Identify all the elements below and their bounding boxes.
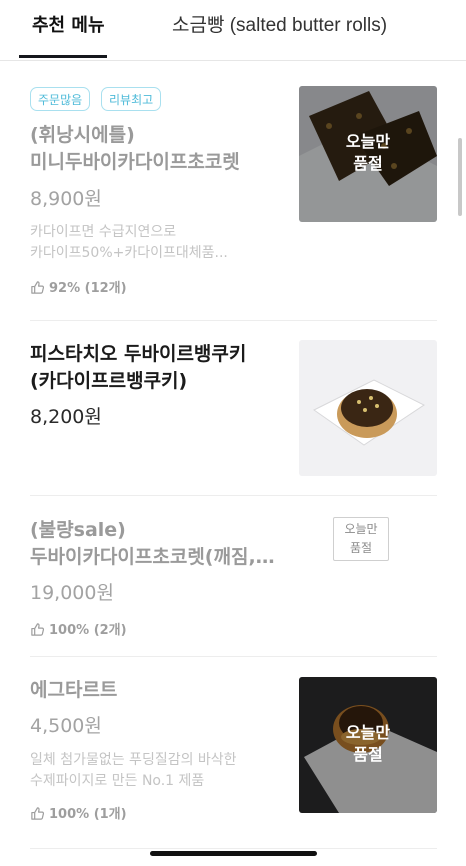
item-name-line: 미니두바이카다이프초코렛	[30, 151, 240, 173]
item-name-line: (카다이프르뱅쿠키)	[30, 370, 188, 392]
badge-best-review: 리뷰최고	[101, 87, 162, 111]
scrollbar[interactable]	[458, 138, 462, 216]
item-rating: 92% (12개)	[30, 280, 127, 298]
item-description: 일체 첨가물없는 푸딩질감의 바삭한 수제파이지로 만든 No.1 제품	[30, 750, 292, 792]
item-price: 8,200원	[30, 406, 102, 428]
item-description-line: 수제파이지로 만든 No.1 제품	[30, 773, 205, 789]
item-name: (불량sale) 두바이카다이프초코렛(깨짐,…	[30, 517, 292, 571]
soldout-line: 품절	[349, 541, 373, 555]
item-photo: 오늘만 품절	[299, 86, 437, 222]
item-price: 19,000원	[30, 582, 114, 604]
thumbs-up-icon	[31, 807, 45, 820]
item-name: 피스타치오 두바이르뱅쿠키 (카다이프르뱅쿠키)	[30, 341, 292, 395]
item-name: (휘낭시에틀) 미니두바이카다이프초코렛	[30, 122, 292, 176]
soldout-line: 품절	[353, 154, 383, 173]
soldout-line: 오늘만	[345, 723, 391, 742]
item-rating: 100% (1개)	[30, 806, 127, 824]
soldout-label: 오늘만 품절	[299, 722, 437, 766]
item-photo: 오늘만 품절	[299, 677, 437, 813]
item-photo	[299, 340, 437, 476]
divider	[30, 320, 437, 321]
rating-text: 100% (2개)	[49, 623, 127, 638]
divider	[30, 495, 437, 496]
soldout-line: 오늘만	[344, 522, 378, 536]
item-price: 8,900원	[30, 188, 102, 210]
badge-popular: 주문많음	[30, 87, 91, 111]
item-description-line: 카다이프50%+카다이프대체품...	[30, 245, 228, 261]
item-description-line: 일체 첨가물없는 푸딩질감의 바삭한	[30, 752, 237, 768]
tab-salted-butter-rolls[interactable]: 소금빵 (salted butter rolls)	[172, 15, 387, 37]
item-name-line: 피스타치오 두바이르뱅쿠키	[30, 343, 247, 365]
item-description: 카다이프면 수급지연으로 카다이프50%+카다이프대체품...	[30, 222, 292, 264]
rating-text: 92% (12개)	[49, 281, 127, 296]
cookie-image	[299, 340, 437, 476]
category-tabs: 추천 메뉴 소금빵 (salted butter rolls)	[0, 0, 466, 61]
item-name-line: (불량sale)	[30, 519, 126, 541]
item-rating: 100% (2개)	[30, 622, 127, 640]
thumbs-up-icon	[31, 623, 45, 636]
active-tab-indicator	[19, 55, 107, 58]
item-name-line: (휘낭시에틀)	[30, 124, 135, 146]
tab-recommended[interactable]: 추천 메뉴	[32, 15, 105, 37]
rating-text: 100% (1개)	[49, 807, 127, 822]
divider	[30, 848, 437, 849]
soldout-line: 품절	[353, 745, 383, 764]
soldout-label: 오늘만 품절	[299, 131, 437, 175]
item-description-line: 카다이프면 수급지연으로	[30, 224, 177, 240]
thumbs-up-icon	[31, 281, 45, 294]
item-name: 에그타르트	[30, 677, 292, 704]
soldout-line: 오늘만	[345, 132, 391, 151]
divider	[30, 656, 437, 657]
item-name-line: 두바이카다이프초코렛(깨짐,…	[30, 546, 275, 568]
item-price: 4,500원	[30, 715, 102, 737]
item-name-line: 에그타르트	[30, 679, 118, 701]
soldout-label: 오늘만 품절	[333, 517, 389, 561]
home-indicator[interactable]	[150, 851, 317, 856]
